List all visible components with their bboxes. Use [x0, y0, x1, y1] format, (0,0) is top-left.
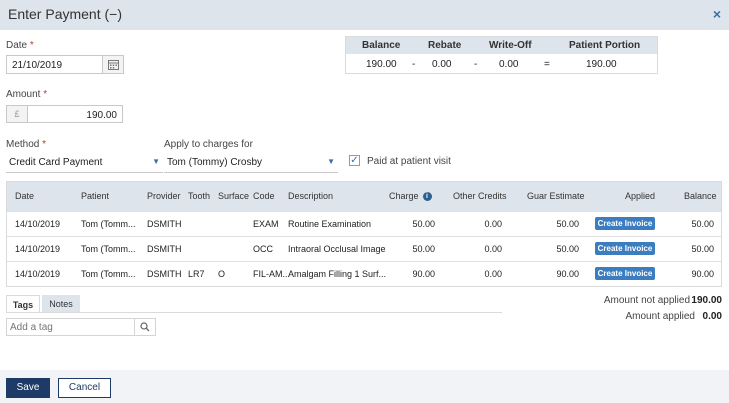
header-surface[interactable]: Surface: [218, 191, 249, 201]
summary-writeoff-value: 0.00: [499, 59, 519, 70]
cell-code: FIL-AM...: [253, 269, 291, 279]
table-row[interactable]: 14/10/2019 Tom (Tomm... DSMITH LR7 O FIL…: [7, 261, 721, 286]
cell-date: 14/10/2019: [15, 219, 61, 229]
cell-patient: Tom (Tomm...: [81, 244, 136, 254]
cell-code: EXAM: [253, 219, 279, 229]
header-charge[interactable]: Charge i: [389, 191, 432, 202]
date-value: 21/10/2019: [12, 60, 63, 71]
close-icon[interactable]: ×: [713, 6, 721, 22]
balance-summary: Balance Rebate Write-Off Patient Portion…: [345, 36, 658, 74]
paid-at-visit-label: Paid at patient visit: [367, 156, 451, 167]
cell-patient: Tom (Tomm...: [81, 219, 136, 229]
amount-label: Amount *: [6, 89, 48, 100]
cell-charge: 50.00: [412, 244, 435, 254]
header-balance[interactable]: Balance: [684, 191, 717, 201]
apply-to-dropdown[interactable]: Tom (Tommy) Crosby ▼: [164, 155, 338, 173]
amount-applied-value: 0.00: [702, 311, 722, 322]
summary-minus-op: -: [474, 59, 478, 70]
cell-description: Intraoral Occlusal Image: [288, 244, 386, 254]
method-value: Credit Card Payment: [9, 157, 103, 168]
info-icon[interactable]: i: [422, 192, 432, 202]
header-patient[interactable]: Patient: [81, 191, 109, 201]
tab-notes[interactable]: Notes: [42, 295, 80, 313]
cancel-button[interactable]: Cancel: [58, 378, 111, 398]
cell-balance: 50.00: [691, 244, 714, 254]
cell-date: 14/10/2019: [15, 269, 61, 279]
date-field[interactable]: 21/10/2019: [6, 55, 124, 74]
tab-divider: [6, 312, 502, 313]
cell-guar-estimate: 50.00: [556, 244, 579, 254]
header-guar-estimate[interactable]: Guar Estimate: [527, 191, 585, 201]
cell-other-credits: 0.00: [484, 219, 502, 229]
cell-balance: 50.00: [691, 219, 714, 229]
summary-rebate-value: 0.00: [432, 59, 452, 70]
cell-patient: Tom (Tomm...: [81, 269, 136, 279]
amount-value: 190.00: [86, 110, 117, 121]
cell-tooth: LR7: [188, 269, 205, 279]
cell-description: Amalgam Filling 1 Surf...: [288, 269, 387, 279]
create-invoice-button[interactable]: Create Invoice: [595, 217, 655, 230]
summary-equals-op: =: [544, 59, 550, 70]
cell-guar-estimate: 50.00: [556, 219, 579, 229]
summary-balance-value: 190.00: [366, 59, 397, 70]
cell-code: OCC: [253, 244, 273, 254]
table-row[interactable]: 14/10/2019 Tom (Tomm... DSMITH EXAM Rout…: [7, 211, 721, 236]
chevron-down-icon: ▼: [327, 157, 335, 166]
header-provider[interactable]: Provider: [147, 191, 181, 201]
apply-to-value: Tom (Tommy) Crosby: [167, 157, 263, 168]
summary-writeoff-header: Write-Off: [489, 40, 532, 51]
header-date[interactable]: Date: [15, 191, 34, 201]
header-applied[interactable]: Applied: [625, 191, 655, 201]
paid-at-visit-checkbox[interactable]: ✓: [349, 155, 360, 166]
calendar-icon[interactable]: [102, 56, 123, 73]
create-invoice-button[interactable]: Create Invoice: [595, 267, 655, 280]
save-button[interactable]: Save: [6, 378, 50, 398]
cell-guar-estimate: 90.00: [556, 269, 579, 279]
summary-portion-value: 190.00: [586, 59, 617, 70]
currency-prefix: £: [7, 106, 28, 122]
chevron-down-icon: ▼: [152, 157, 160, 166]
tag-input[interactable]: [10, 321, 134, 333]
tab-tags[interactable]: Tags: [6, 295, 40, 313]
tag-input-field[interactable]: [6, 318, 156, 336]
cell-other-credits: 0.00: [484, 244, 502, 254]
summary-minus-op: -: [412, 59, 416, 70]
cell-description: Routine Examination: [288, 219, 372, 229]
date-label: Date *: [6, 40, 34, 51]
amount-not-applied-label: Amount not applied: [603, 295, 690, 306]
header-description[interactable]: Description: [288, 191, 333, 201]
create-invoice-button[interactable]: Create Invoice: [595, 242, 655, 255]
header-code[interactable]: Code: [253, 191, 275, 201]
method-dropdown[interactable]: Credit Card Payment ▼: [6, 155, 163, 173]
charges-table: Date Patient Provider Tooth Surface Code…: [6, 181, 722, 287]
search-icon[interactable]: [134, 319, 155, 335]
amount-field[interactable]: £ 190.00: [6, 105, 123, 123]
amount-applied-label: Amount applied: [625, 311, 696, 322]
cell-provider: DSMITH: [147, 219, 182, 229]
header-other-credits[interactable]: Other Credits: [453, 191, 507, 201]
apply-to-label: Apply to charges for: [164, 139, 253, 150]
summary-rebate-header: Rebate: [428, 40, 462, 51]
dialog-titlebar: Enter Payment (−) ×: [0, 0, 729, 30]
cell-surface: O: [218, 269, 226, 279]
amount-not-applied-value: 190.00: [691, 295, 722, 306]
cell-charge: 50.00: [412, 219, 435, 229]
table-header: Date Patient Provider Tooth Surface Code…: [7, 182, 721, 211]
cell-date: 14/10/2019: [15, 244, 61, 254]
cell-balance: 90.00: [691, 269, 714, 279]
cell-other-credits: 0.00: [484, 269, 502, 279]
header-tooth[interactable]: Tooth: [188, 191, 210, 201]
summary-balance-header: Balance: [362, 40, 401, 51]
cell-charge: 90.00: [412, 269, 435, 279]
cell-provider: DSMITH: [147, 269, 182, 279]
table-row[interactable]: 14/10/2019 Tom (Tomm... DSMITH OCC Intra…: [7, 236, 721, 261]
method-label: Method *: [6, 139, 47, 150]
cell-provider: DSMITH: [147, 244, 182, 254]
summary-portion-header: Patient Portion: [569, 40, 641, 51]
dialog-title: Enter Payment (−): [8, 6, 122, 22]
